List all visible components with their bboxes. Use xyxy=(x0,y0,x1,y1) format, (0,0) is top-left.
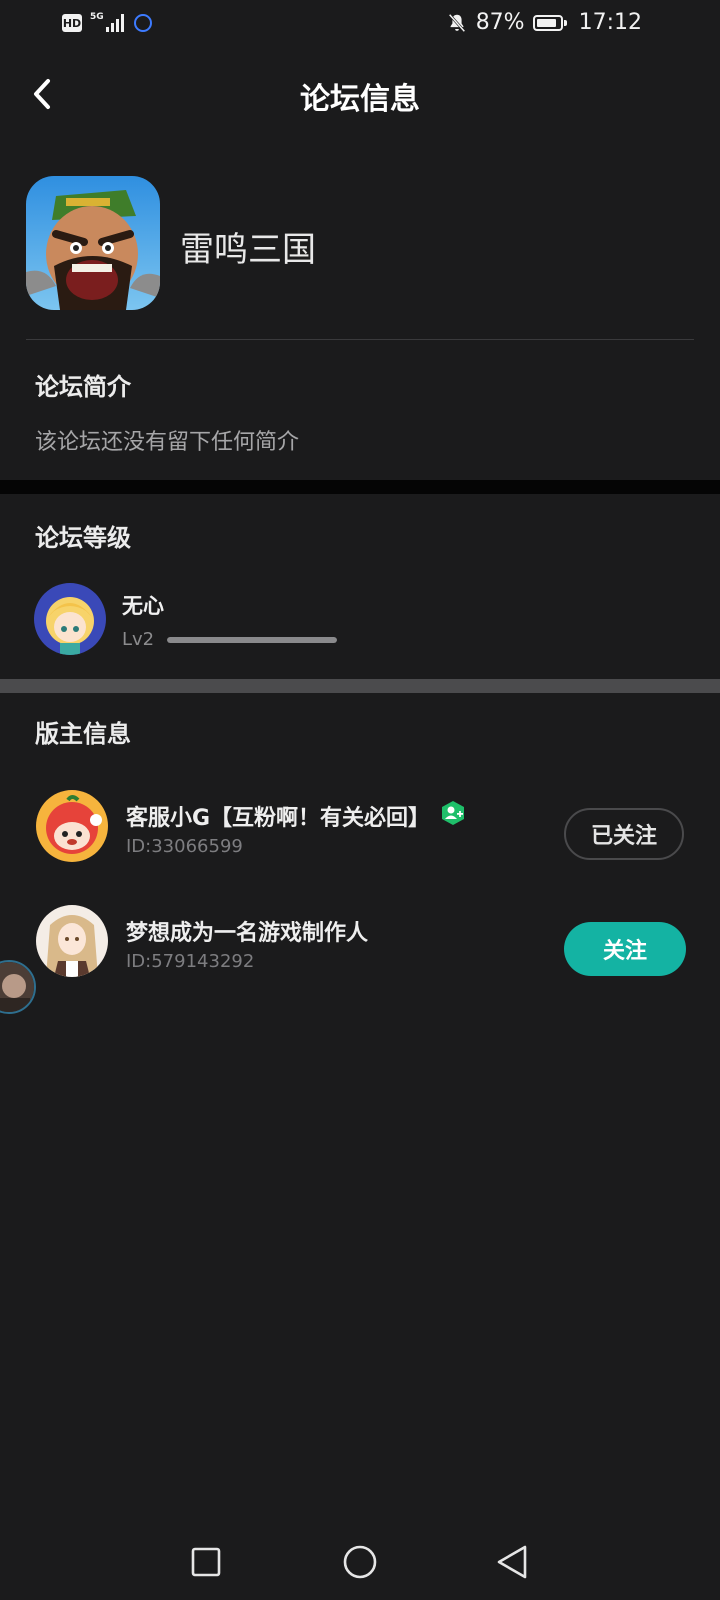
square-icon xyxy=(191,1547,221,1577)
home-button[interactable] xyxy=(338,1540,382,1584)
moderators-title: 版主信息 xyxy=(35,720,131,748)
forum-head: 雷鸣三国 xyxy=(0,176,720,316)
intro-text: 该论坛还没有留下任何简介 xyxy=(35,430,300,455)
divider xyxy=(26,339,694,340)
network-type: 5G xyxy=(90,12,104,22)
clock: 17:12 xyxy=(578,10,642,35)
avatar[interactable] xyxy=(36,790,108,862)
level-user-name: 无心 xyxy=(122,594,164,618)
recent-apps-button[interactable] xyxy=(184,1540,228,1584)
avatar[interactable] xyxy=(34,583,106,655)
moderator-name[interactable]: 客服小G【互粉啊！有关必回】 xyxy=(126,800,430,832)
status-left: HD 5G xyxy=(62,12,152,34)
user-plus-badge-icon xyxy=(442,801,465,825)
intro-title: 论坛简介 xyxy=(35,373,131,401)
moderator-id: ID:33066599 xyxy=(126,836,243,857)
battery-percent: 87% xyxy=(475,10,525,35)
moderator-name[interactable]: 梦想成为一名游戏制作人 xyxy=(126,915,368,947)
signal-icon: 5G xyxy=(90,12,126,34)
avatar[interactable] xyxy=(36,905,108,977)
level-label: Lv2 xyxy=(122,629,155,650)
hd-badge: HD xyxy=(62,14,82,32)
forum-name: 雷鸣三国 xyxy=(180,230,316,270)
bell-off-icon xyxy=(448,13,466,32)
page-title: 论坛信息 xyxy=(300,82,420,117)
follow-button[interactable]: 关注 xyxy=(564,922,686,976)
battery-icon xyxy=(532,13,569,33)
header: 论坛信息 xyxy=(0,52,720,136)
app-notification-icon xyxy=(134,14,152,32)
navigation-bar xyxy=(0,1520,720,1600)
section-separator xyxy=(0,480,720,494)
nav-back-button[interactable] xyxy=(490,1540,534,1584)
moderator-row: 梦想成为一名游戏制作人 ID:579143292 关注 xyxy=(0,905,720,995)
level-progress-fill xyxy=(167,637,337,643)
level-title: 论坛等级 xyxy=(35,524,131,552)
moderator-id: ID:579143292 xyxy=(126,951,255,972)
section-separator xyxy=(0,679,720,693)
forum-game-icon xyxy=(26,176,160,310)
circle-icon xyxy=(343,1545,377,1579)
status-right: 87% 17:12 xyxy=(446,10,642,35)
followed-button[interactable]: 已关注 xyxy=(564,808,684,860)
moderator-row: 客服小G【互粉啊！有关必回】 ID:33066599 已关注 xyxy=(0,790,720,880)
level-progress-bar xyxy=(167,637,337,643)
triangle-left-icon xyxy=(497,1545,527,1579)
status-bar: HD 5G 87% 17:12 xyxy=(0,0,720,48)
